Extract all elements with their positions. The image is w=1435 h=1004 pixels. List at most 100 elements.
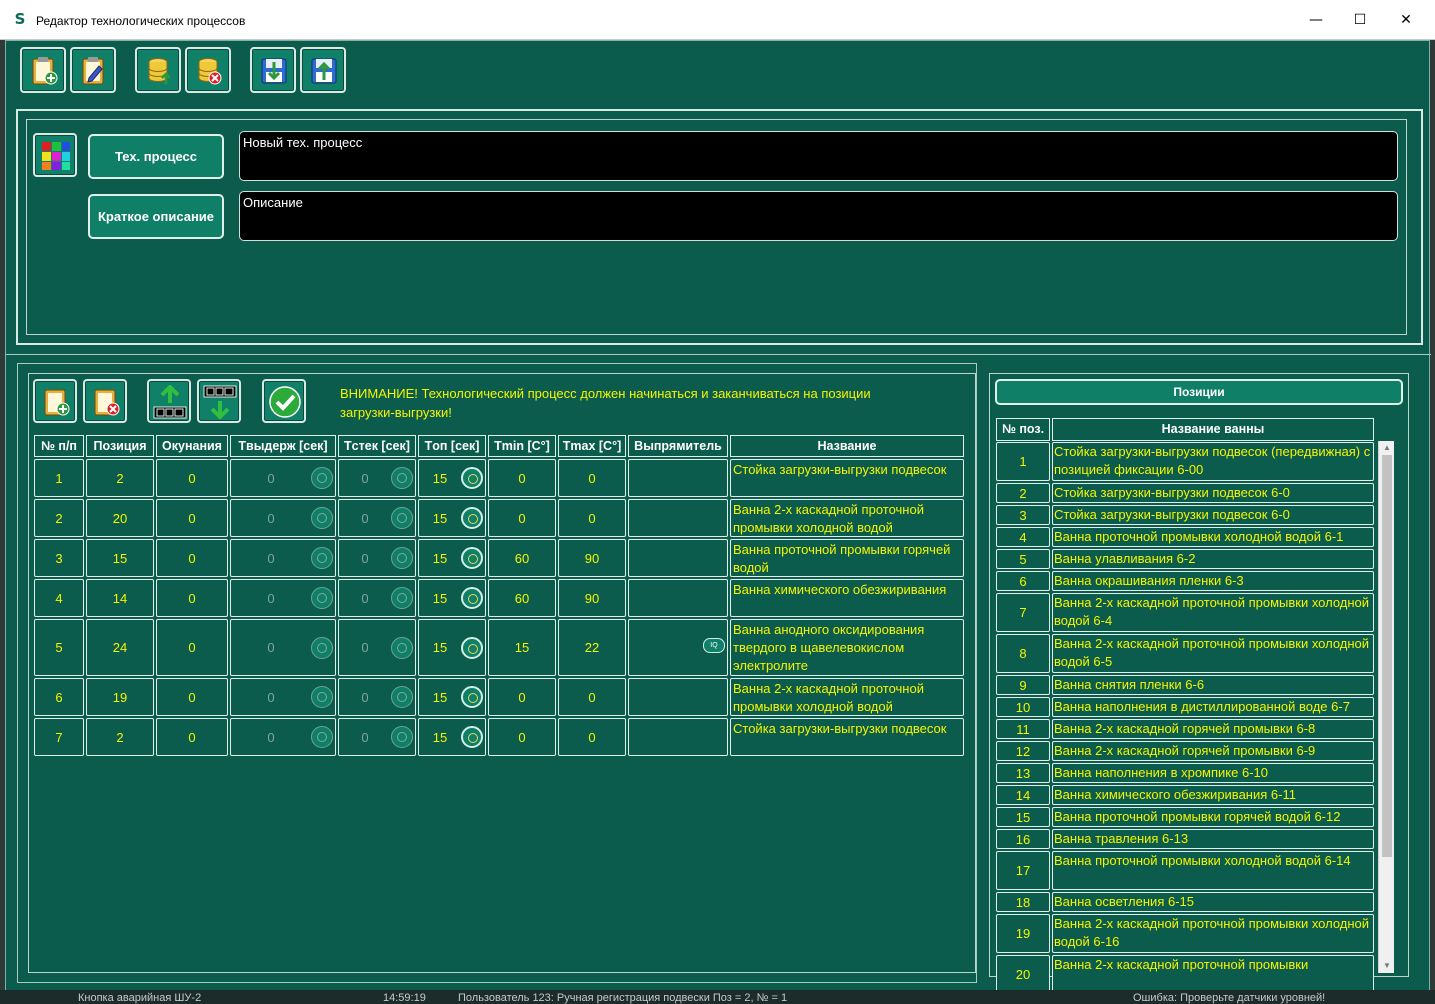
step-cell-name[interactable]: Стойка загрузки-выгрузки подвесок bbox=[730, 459, 964, 497]
timer-icon[interactable] bbox=[391, 587, 413, 609]
position-number[interactable]: 3 bbox=[996, 505, 1050, 525]
position-number[interactable]: 17 bbox=[996, 851, 1050, 890]
step-cell-pos[interactable]: 19 bbox=[86, 678, 154, 716]
step-cell-hold[interactable]: 0 bbox=[230, 539, 336, 577]
position-number[interactable]: 15 bbox=[996, 807, 1050, 827]
step-cell-tmax[interactable]: 0 bbox=[558, 499, 626, 537]
step-cell-tmin[interactable]: 0 bbox=[488, 678, 556, 716]
move-step-down-button[interactable] bbox=[197, 379, 241, 423]
step-cell-tmax[interactable]: 0 bbox=[558, 718, 626, 756]
import-button[interactable] bbox=[250, 47, 296, 93]
step-cell-hold[interactable]: 0 bbox=[230, 678, 336, 716]
step-cell-dips[interactable]: 0 bbox=[156, 459, 228, 497]
position-name[interactable]: Ванна наполнения в дистиллированной воде… bbox=[1052, 697, 1374, 717]
step-cell-tmin[interactable]: 0 bbox=[488, 718, 556, 756]
timer-icon[interactable] bbox=[391, 467, 413, 489]
step-cell-tmin[interactable]: 15 bbox=[488, 619, 556, 676]
new-process-button[interactable] bbox=[20, 47, 66, 93]
position-name[interactable]: Ванна наполнения в хромпике 6-10 bbox=[1052, 763, 1374, 783]
step-cell-pos[interactable]: 15 bbox=[86, 539, 154, 577]
step-cell-tmax[interactable]: 90 bbox=[558, 539, 626, 577]
export-button[interactable] bbox=[300, 47, 346, 93]
position-number[interactable]: 18 bbox=[996, 892, 1050, 912]
position-name[interactable]: Ванна 2-х каскадной проточной промывки bbox=[1052, 955, 1374, 994]
timer-icon[interactable] bbox=[391, 686, 413, 708]
step-cell-drip[interactable]: 0 bbox=[338, 459, 416, 497]
position-number[interactable]: 14 bbox=[996, 785, 1050, 805]
position-name[interactable]: Ванна снятия пленки 6-6 bbox=[1052, 675, 1374, 695]
position-name[interactable]: Ванна улавливания 6-2 bbox=[1052, 549, 1374, 569]
tech-process-label-button[interactable]: Тех. процесс bbox=[88, 134, 224, 179]
scroll-down-arrow-icon[interactable]: ▼ bbox=[1379, 959, 1395, 973]
step-cell-drip[interactable]: 0 bbox=[338, 678, 416, 716]
timer-icon[interactable] bbox=[461, 467, 483, 489]
timer-icon[interactable] bbox=[391, 547, 413, 569]
timer-icon[interactable] bbox=[461, 686, 483, 708]
step-cell-name[interactable]: Ванна 2-х каскадной проточной промывки х… bbox=[730, 678, 964, 716]
timer-icon[interactable] bbox=[311, 686, 333, 708]
positions-header-button[interactable]: Позиции bbox=[995, 379, 1403, 405]
step-cell-pos[interactable]: 2 bbox=[86, 718, 154, 756]
timer-icon[interactable] bbox=[391, 507, 413, 529]
color-button[interactable] bbox=[33, 133, 77, 177]
step-cell-dips[interactable]: 0 bbox=[156, 579, 228, 617]
maximize-button[interactable]: ☐ bbox=[1337, 0, 1383, 40]
step-cell-pos[interactable]: 14 bbox=[86, 579, 154, 617]
step-cell-drip[interactable]: 0 bbox=[338, 539, 416, 577]
position-number[interactable]: 13 bbox=[996, 763, 1050, 783]
position-name[interactable]: Стойка загрузки-выгрузки подвесок (перед… bbox=[1052, 442, 1374, 481]
step-cell-drip[interactable]: 0 bbox=[338, 499, 416, 537]
position-name[interactable]: Стойка загрузки-выгрузки подвесок 6-0 bbox=[1052, 483, 1374, 503]
position-name[interactable]: Ванна 2-х каскадной проточной промывки х… bbox=[1052, 593, 1374, 632]
step-cell-rect[interactable] bbox=[628, 459, 728, 497]
position-name[interactable]: Ванна 2-х каскадной проточной промывки х… bbox=[1052, 914, 1374, 953]
step-cell-pos[interactable]: 24 bbox=[86, 619, 154, 676]
step-cell-n[interactable]: 7 bbox=[34, 718, 84, 756]
step-cell-name[interactable]: Ванна проточной промывки горячей водой bbox=[730, 539, 964, 577]
position-number[interactable]: 8 bbox=[996, 634, 1050, 673]
confirm-button[interactable] bbox=[262, 379, 306, 423]
step-cell-name[interactable]: Ванна химического обезжиривания bbox=[730, 579, 964, 617]
position-number[interactable]: 20 bbox=[996, 955, 1050, 994]
minimize-button[interactable]: — bbox=[1293, 0, 1339, 40]
position-name[interactable]: Ванна осветления 6-15 bbox=[1052, 892, 1374, 912]
step-cell-n[interactable]: 5 bbox=[34, 619, 84, 676]
step-cell-top[interactable]: 15 bbox=[418, 619, 486, 676]
timer-icon[interactable] bbox=[311, 636, 333, 659]
step-cell-tmin[interactable]: 60 bbox=[488, 579, 556, 617]
tech-process-name-field[interactable]: Новый тех. процесс bbox=[239, 131, 1398, 181]
step-cell-rect[interactable] bbox=[628, 539, 728, 577]
step-cell-tmax[interactable]: 22 bbox=[558, 619, 626, 676]
position-number[interactable]: 6 bbox=[996, 571, 1050, 591]
timer-icon[interactable] bbox=[391, 636, 413, 659]
step-cell-rect[interactable]: IQ bbox=[628, 619, 728, 676]
position-number[interactable]: 11 bbox=[996, 719, 1050, 739]
step-cell-rect[interactable] bbox=[628, 718, 728, 756]
step-cell-drip[interactable]: 0 bbox=[338, 718, 416, 756]
step-cell-tmin[interactable]: 0 bbox=[488, 459, 556, 497]
timer-icon[interactable] bbox=[461, 726, 483, 748]
position-name[interactable]: Ванна окрашивания пленки 6-3 bbox=[1052, 571, 1374, 591]
timer-icon[interactable] bbox=[461, 587, 483, 609]
add-step-button[interactable] bbox=[33, 379, 77, 423]
timer-icon[interactable] bbox=[391, 726, 413, 748]
description-field[interactable]: Описание bbox=[239, 191, 1398, 241]
rectifier-icon[interactable]: IQ bbox=[703, 638, 725, 653]
step-cell-dips[interactable]: 0 bbox=[156, 619, 228, 676]
step-cell-hold[interactable]: 0 bbox=[230, 579, 336, 617]
step-cell-drip[interactable]: 0 bbox=[338, 579, 416, 617]
timer-icon[interactable] bbox=[311, 726, 333, 748]
position-number[interactable]: 2 bbox=[996, 483, 1050, 503]
timer-icon[interactable] bbox=[461, 636, 483, 659]
step-cell-dips[interactable]: 0 bbox=[156, 718, 228, 756]
step-cell-tmax[interactable]: 0 bbox=[558, 678, 626, 716]
move-step-up-button[interactable] bbox=[147, 379, 191, 423]
position-number[interactable]: 9 bbox=[996, 675, 1050, 695]
position-name[interactable]: Стойка загрузки-выгрузки подвесок 6-0 bbox=[1052, 505, 1374, 525]
timer-icon[interactable] bbox=[311, 467, 333, 489]
step-cell-rect[interactable] bbox=[628, 678, 728, 716]
step-cell-top[interactable]: 15 bbox=[418, 678, 486, 716]
step-cell-hold[interactable]: 0 bbox=[230, 718, 336, 756]
timer-icon[interactable] bbox=[461, 547, 483, 569]
position-number[interactable]: 1 bbox=[996, 442, 1050, 481]
